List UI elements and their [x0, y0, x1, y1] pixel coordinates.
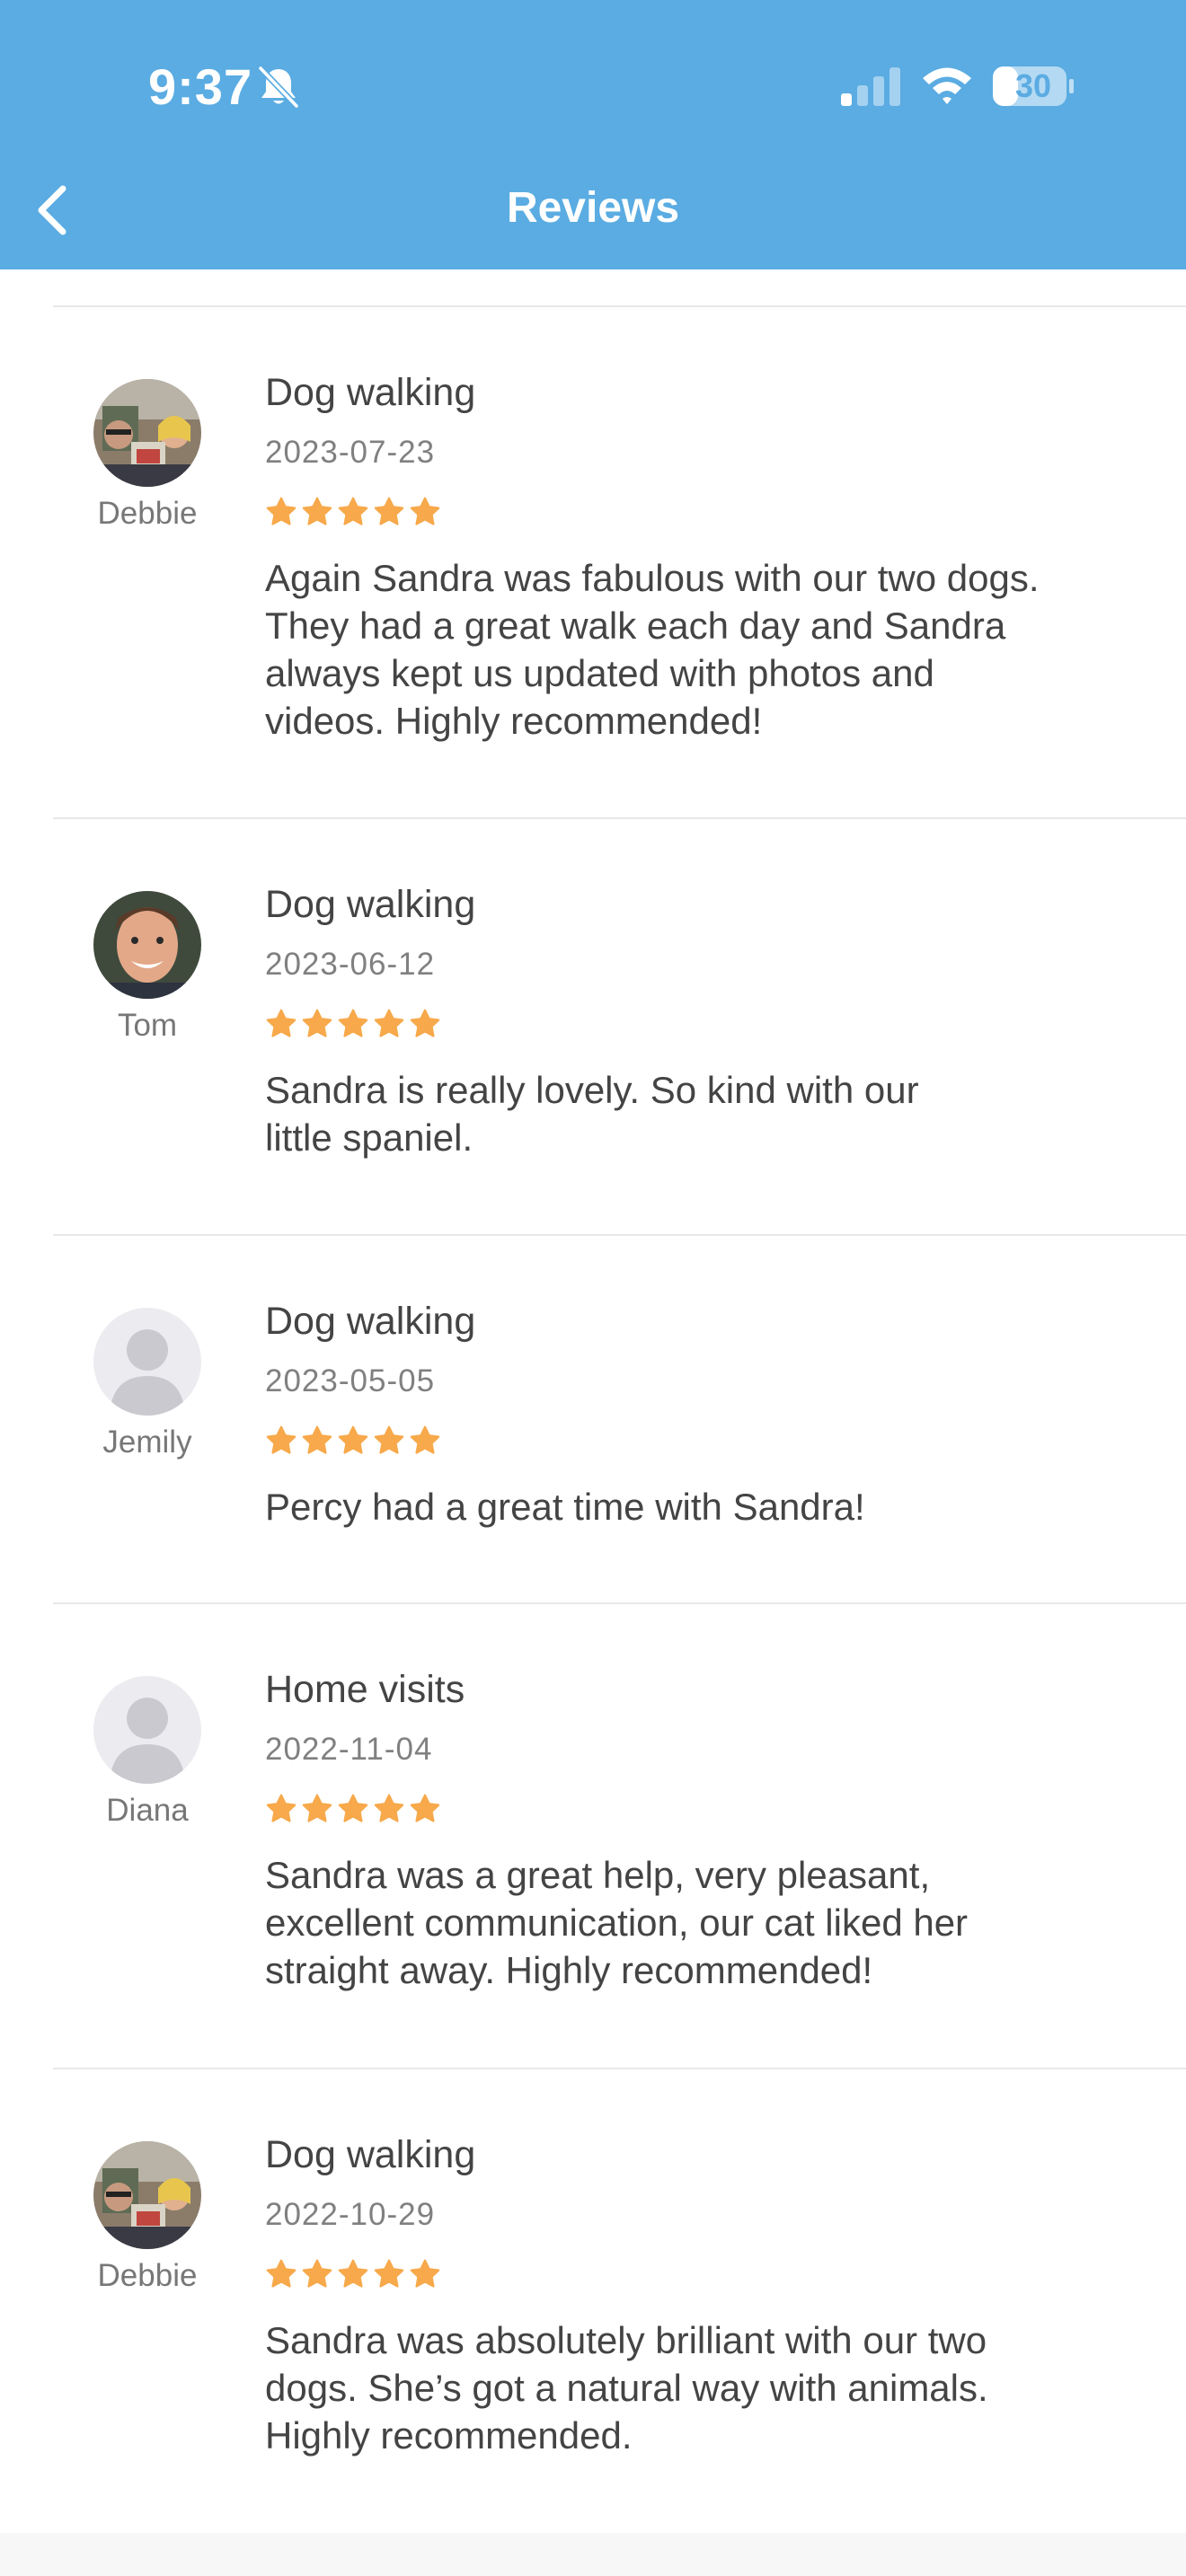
reviewer-name: Debbie [97, 496, 198, 531]
reviewer-photo [93, 379, 201, 487]
star-icon [374, 2259, 404, 2288]
page-title: Reviews [506, 184, 680, 232]
star-icon [374, 497, 404, 525]
star-icon [410, 2259, 440, 2288]
star-rating [265, 2258, 441, 2290]
review-comment: Sandra was absolutely brilliant with our… [265, 2319, 988, 2457]
cellular-signal-icon [841, 67, 900, 106]
star-icon [374, 1794, 404, 1822]
reviewer-photo [93, 2141, 201, 2249]
star-icon [410, 1794, 440, 1822]
star-rating [265, 1008, 441, 1040]
status-bar: 9:37 30 [0, 0, 1186, 171]
avatar[interactable] [93, 379, 201, 487]
status-time: 9:37 [148, 58, 253, 115]
avatar[interactable] [93, 2141, 201, 2249]
star-icon [338, 497, 368, 525]
review-comment: Sandra is really lovely. So kind with ou… [265, 1069, 919, 1159]
star-icon [266, 497, 296, 525]
bell-slash-icon [257, 65, 300, 110]
star-rating [265, 1425, 441, 1457]
default-avatar-icon [93, 1308, 201, 1416]
star-icon [266, 1425, 296, 1454]
star-icon [266, 1794, 296, 1822]
star-rating [265, 496, 441, 528]
avatar[interactable] [93, 1676, 201, 1784]
reviewer-name: Tom [117, 1008, 178, 1043]
star-rating [265, 1793, 441, 1825]
default-avatar-icon [93, 1676, 201, 1784]
star-icon [302, 1425, 332, 1454]
service-type: Dog walking [265, 371, 476, 414]
review-comment: Again Sandra was fabulous with our two d… [265, 557, 1040, 742]
star-icon [302, 497, 332, 525]
divider [53, 817, 1186, 819]
star-icon [338, 1794, 368, 1822]
service-type: Home visits [265, 1668, 465, 1711]
star-icon [338, 2259, 368, 2288]
star-icon [338, 1009, 368, 1037]
review-comment: Sandra was a great help, very pleasant, … [265, 1854, 969, 1991]
star-icon [374, 1425, 404, 1454]
star-icon [302, 1009, 332, 1037]
star-icon [302, 1794, 332, 1822]
divider [53, 305, 1186, 307]
battery-level-text: 30 [1014, 67, 1052, 104]
review-comment: Percy had a great time with Sandra! [265, 1486, 865, 1528]
avatar[interactable] [93, 1308, 201, 1416]
bottom-area [0, 2533, 1186, 2576]
star-icon [302, 2259, 332, 2288]
reviewer-name: Jemily [102, 1425, 192, 1460]
divider [53, 1234, 1186, 1236]
review-date: 2023-05-05 [265, 1363, 436, 1398]
app-header: 9:37 30 Reviews [0, 0, 1186, 269]
review-date: 2023-06-12 [265, 947, 436, 982]
divider [53, 2068, 1186, 2069]
review-date: 2022-10-29 [265, 2197, 436, 2232]
star-icon [410, 1425, 440, 1454]
avatar[interactable] [93, 891, 201, 999]
service-type: Dog walking [265, 2133, 476, 2176]
wifi-icon [923, 67, 971, 104]
star-icon [338, 1425, 368, 1454]
reviewer-photo [93, 891, 201, 999]
reviewer-name: Debbie [97, 2258, 198, 2293]
star-icon [374, 1009, 404, 1037]
reviewer-name: Diana [106, 1793, 189, 1828]
star-icon [410, 1009, 440, 1037]
star-icon [266, 2259, 296, 2288]
review-date: 2022-11-04 [265, 1732, 433, 1767]
star-icon [410, 497, 440, 525]
divider [53, 1602, 1186, 1604]
review-date: 2023-07-23 [265, 435, 436, 470]
star-icon [266, 1009, 296, 1037]
service-type: Dog walking [265, 1300, 476, 1343]
service-type: Dog walking [265, 883, 476, 926]
